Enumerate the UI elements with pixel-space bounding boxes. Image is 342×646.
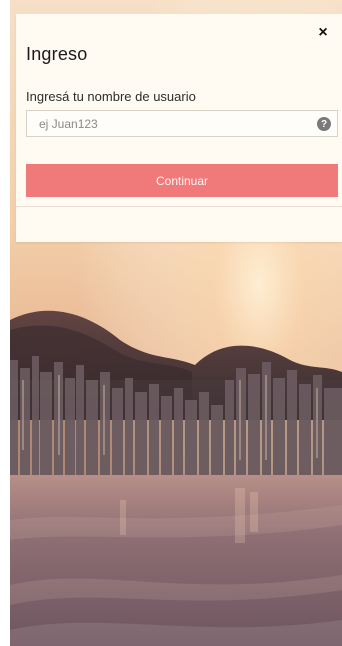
login-screen: × Ingreso Ingresá tu nombre de usuario ?… [0,0,342,646]
help-button[interactable]: ? [317,117,331,131]
username-label: Ingresá tu nombre de usuario [26,89,196,104]
continue-button[interactable]: Continuar [26,164,338,197]
close-button[interactable]: × [314,24,332,42]
username-field: ? [26,110,338,137]
modal-title: Ingreso [26,44,88,64]
login-modal: × Ingreso Ingresá tu nombre de usuario ?… [16,14,342,242]
close-icon: × [318,24,328,41]
help-icon: ? [320,118,328,130]
username-input[interactable] [27,111,311,136]
left-gutter [0,0,10,646]
modal-divider [16,206,342,207]
